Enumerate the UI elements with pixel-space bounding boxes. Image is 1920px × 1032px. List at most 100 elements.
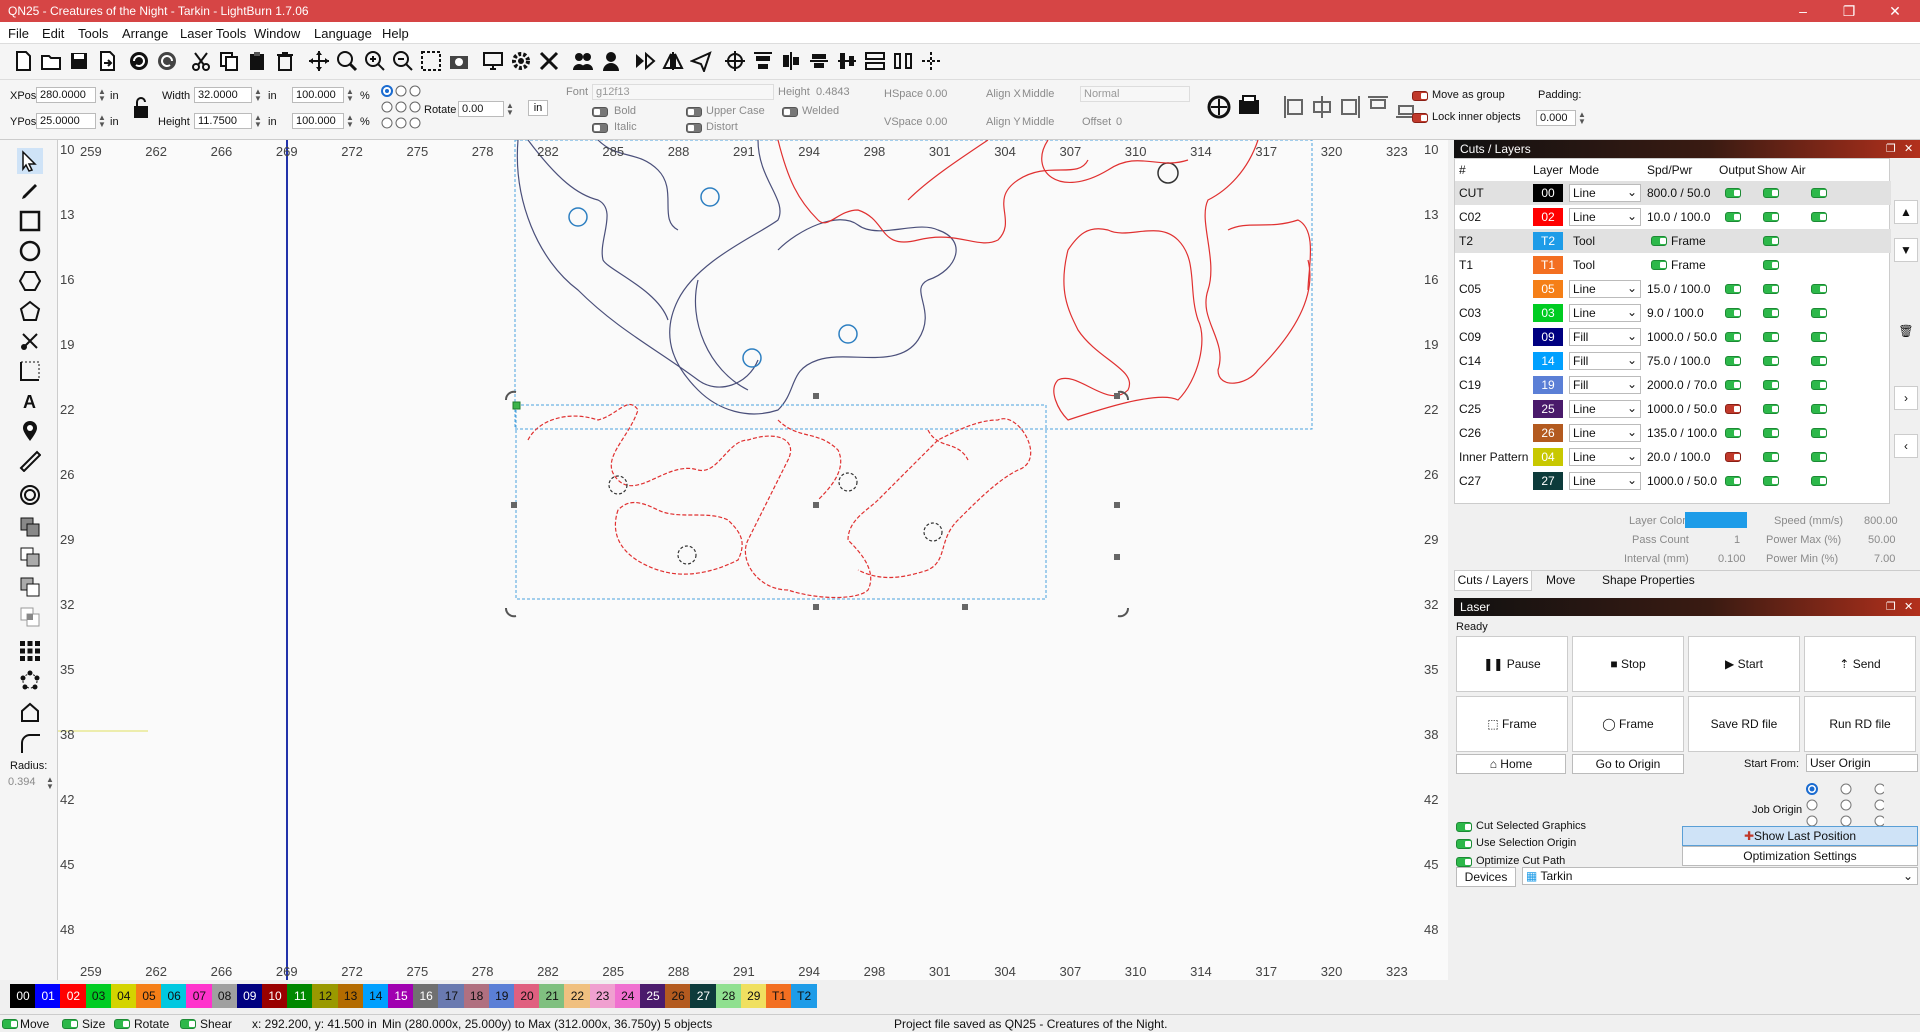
- bold-toggle[interactable]: [592, 106, 608, 120]
- power-max-value[interactable]: 50.00: [1868, 534, 1896, 546]
- air-toggle[interactable]: [1811, 379, 1827, 393]
- show-toggle[interactable]: [1763, 379, 1779, 393]
- shape-tool-icon[interactable]: [17, 298, 43, 324]
- align-hcenter-icon[interactable]: [1310, 94, 1334, 123]
- layer-mode-select[interactable]: Line ⌄: [1569, 184, 1641, 202]
- layer-spdpwr[interactable]: 75.0 / 100.0: [1647, 354, 1710, 368]
- layer-mode-select[interactable]: Line ⌄: [1569, 424, 1641, 442]
- ungroup-icon[interactable]: [598, 48, 624, 74]
- layer-row[interactable]: C25 25 Line ⌄ 1000.0 / 50.0: [1455, 397, 1891, 421]
- layer-spdpwr[interactable]: 10.0 / 100.0: [1647, 210, 1710, 224]
- interval-value[interactable]: 0.100: [1718, 553, 1746, 565]
- frame-toggle[interactable]: [1651, 235, 1667, 249]
- show-toggle[interactable]: [1763, 283, 1779, 297]
- palette-swatch-09[interactable]: 09: [236, 984, 263, 1008]
- padding-spinner[interactable]: ▲ ▼: [1578, 111, 1586, 126]
- boolean-icon[interactable]: [1206, 94, 1232, 123]
- boolean-subtract-icon[interactable]: [17, 574, 43, 600]
- scale-width-field[interactable]: 100.000: [292, 87, 344, 103]
- layer-row[interactable]: C03 03 Line ⌄ 9.0 / 100.0: [1455, 301, 1891, 325]
- show-toggle[interactable]: [1763, 451, 1779, 465]
- move-icon[interactable]: [306, 48, 332, 74]
- layer-swatch[interactable]: 19: [1533, 376, 1563, 394]
- palette-swatch-18[interactable]: 18: [463, 984, 490, 1008]
- frame-button[interactable]: ⬚ Frame: [1456, 696, 1568, 752]
- minimize-icon[interactable]: –: [1780, 0, 1826, 22]
- settings-icon[interactable]: [508, 48, 534, 74]
- uppercase-toggle[interactable]: [686, 106, 702, 120]
- align-centers-icon[interactable]: [778, 48, 804, 74]
- air-toggle[interactable]: [1811, 187, 1827, 201]
- italic-toggle[interactable]: [592, 122, 608, 136]
- layer-row[interactable]: C05 05 Line ⌄ 15.0 / 100.0: [1455, 277, 1891, 301]
- layer-mode-select[interactable]: Fill ⌄: [1569, 376, 1641, 394]
- unit-toggle-button[interactable]: in: [528, 100, 548, 116]
- layer-delete-icon[interactable]: 🗑: [1894, 320, 1918, 344]
- panel-close-icon[interactable]: ✕: [1904, 142, 1913, 155]
- start-from-select[interactable]: User Origin: [1806, 754, 1918, 772]
- zoom-selection-icon[interactable]: [418, 48, 444, 74]
- text-tool-icon[interactable]: A: [17, 388, 43, 414]
- palette-swatch-01[interactable]: 01: [35, 984, 62, 1008]
- select-tool-icon[interactable]: [17, 148, 43, 174]
- alignx-select[interactable]: Middle: [1022, 88, 1054, 100]
- new-file-icon[interactable]: [10, 48, 36, 74]
- layer-mode-select[interactable]: Line ⌄: [1569, 208, 1641, 226]
- send-button[interactable]: ⇡ Send: [1804, 636, 1916, 692]
- output-toggle[interactable]: [1725, 379, 1741, 393]
- layer-down-icon[interactable]: ▼: [1894, 238, 1918, 262]
- layer-mode-select[interactable]: Line ⌄: [1569, 472, 1641, 490]
- palette-swatch-14[interactable]: 14: [362, 984, 389, 1008]
- layer-row[interactable]: CUT 00 Line ⌄ 800.0 / 50.0: [1455, 181, 1891, 205]
- layer-row[interactable]: C02 02 Line ⌄ 10.0 / 100.0: [1455, 205, 1891, 229]
- boolean-union-icon[interactable]: [17, 544, 43, 570]
- go-to-origin-button[interactable]: Go to Origin: [1572, 754, 1684, 774]
- home-button[interactable]: ⌂ Home: [1456, 754, 1566, 774]
- save-icon[interactable]: [66, 48, 92, 74]
- output-toggle[interactable]: [1725, 307, 1741, 321]
- layer-color-swatch[interactable]: [1685, 512, 1747, 528]
- show-last-position-button[interactable]: ✚Show Last Position: [1682, 826, 1918, 846]
- layer-row[interactable]: Inner Pattern 04 Line ⌄ 20.0 / 100.0: [1455, 445, 1891, 469]
- layer-swatch[interactable]: 25: [1533, 400, 1563, 418]
- padding-field[interactable]: 0.000: [1536, 110, 1576, 126]
- menu-language[interactable]: Language: [314, 26, 372, 41]
- welded-toggle[interactable]: [782, 106, 798, 120]
- layer-swatch[interactable]: 27: [1533, 472, 1563, 490]
- layer-swatch[interactable]: 02: [1533, 208, 1563, 226]
- layer-spdpwr[interactable]: 800.0 / 50.0: [1647, 186, 1710, 200]
- layer-swatch[interactable]: 05: [1533, 280, 1563, 298]
- layer-swatch[interactable]: 26: [1533, 424, 1563, 442]
- pause-button[interactable]: ❚❚ Pause: [1456, 636, 1568, 692]
- job-origin-grid[interactable]: [1804, 782, 1886, 831]
- menu-tools[interactable]: Tools: [78, 26, 108, 41]
- origin-handle[interactable]: [512, 401, 521, 410]
- palette-swatch-12[interactable]: 12: [312, 984, 339, 1008]
- layer-spdpwr[interactable]: 15.0 / 100.0: [1647, 282, 1710, 296]
- copy-icon[interactable]: [216, 48, 242, 74]
- layer-mode-select[interactable]: Line ⌄: [1569, 280, 1641, 298]
- mirror-horizontal-icon[interactable]: [632, 48, 658, 74]
- align-vtop-icon[interactable]: [1366, 94, 1390, 123]
- output-toggle[interactable]: [1725, 187, 1741, 201]
- show-toggle[interactable]: [1763, 235, 1779, 249]
- speed-value[interactable]: 800.00: [1864, 515, 1898, 527]
- group-icon[interactable]: [570, 48, 596, 74]
- palette-swatch-16[interactable]: 16: [413, 984, 440, 1008]
- laser-undock-icon[interactable]: ❐: [1886, 600, 1896, 613]
- measure-box-icon[interactable]: [17, 358, 43, 384]
- layer-row[interactable]: C19 19 Fill ⌄ 2000.0 / 70.0: [1455, 373, 1891, 397]
- power-min-value[interactable]: 7.00: [1874, 553, 1895, 565]
- layer-row[interactable]: T2 T2 Tool Frame: [1455, 229, 1891, 253]
- edit-nodes-icon[interactable]: [17, 328, 43, 354]
- palette-swatch-05[interactable]: 05: [136, 984, 162, 1008]
- menu-window[interactable]: Window: [254, 26, 300, 41]
- air-toggle[interactable]: [1811, 211, 1827, 225]
- tab-cuts-layers[interactable]: Cuts / Layers: [1454, 571, 1532, 591]
- palette-swatch-00[interactable]: 00: [10, 984, 36, 1008]
- print-cut-icon[interactable]: [1236, 94, 1262, 123]
- scale-height-spinner[interactable]: ▲ ▼: [346, 114, 354, 129]
- use-selection-origin-toggle[interactable]: [1456, 838, 1472, 852]
- output-toggle[interactable]: [1725, 211, 1741, 225]
- close-icon[interactable]: ✕: [1872, 0, 1918, 22]
